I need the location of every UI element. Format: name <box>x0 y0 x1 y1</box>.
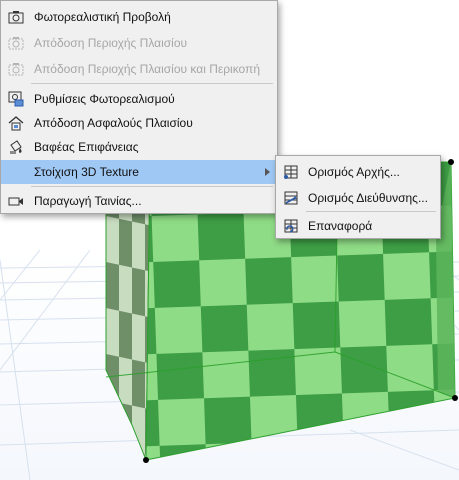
menu-item-surface-painter[interactable]: Βαφέας Επιφάνειας <box>1 135 277 159</box>
submenu-item-reset[interactable]: Επαναφορά <box>276 214 440 238</box>
menu-separator <box>31 186 273 187</box>
menu-item-photorendering-settings[interactable]: Ρυθμίσεις Φωτορεαλισμού <box>1 87 277 111</box>
safe-frame-icon <box>7 115 25 131</box>
selection-vertex[interactable] <box>143 457 149 463</box>
menu-item-label: Παραγωγή Ταινίας... <box>34 194 142 208</box>
menu-item-label: Ρυθμίσεις Φωτορεαλισμού <box>34 92 175 106</box>
menu-item-label: Βαφέας Επιφάνειας <box>34 140 139 154</box>
menu-item-label: Ορισμός Αρχής... <box>308 165 400 179</box>
submenu-item-set-origin[interactable]: Ορισμός Αρχής... <box>276 160 440 184</box>
menu-item-label: Στοίχιση 3D Texture <box>34 165 139 179</box>
selection-vertex[interactable] <box>448 159 454 165</box>
camera-crop-icon <box>7 61 25 77</box>
paint-bucket-icon <box>7 139 25 155</box>
submenu-align-3d-texture: Ορισμός Αρχής... Ορισμός Διεύθυνσης... Ε… <box>275 155 441 239</box>
submenu-item-set-direction[interactable]: Ορισμός Διεύθυνσης... <box>276 186 440 210</box>
reset-icon <box>282 218 300 234</box>
menu-item-align-3d-texture[interactable]: Στοίχιση 3D Texture <box>1 160 277 184</box>
menu-item-render-marquee-area-crop[interactable]: Απόδοση Περιοχής Πλαισίου και Περικοπή <box>1 57 277 81</box>
camera-icon <box>7 9 25 25</box>
menu-item-label: Απόδοση Περιοχής Πλαισίου <box>34 36 188 50</box>
selection-vertex[interactable] <box>452 395 458 401</box>
menu-item-label: Επαναφορά <box>308 219 373 233</box>
menu-item-label: Απόδοση Περιοχής Πλαισίου και Περικοπή <box>34 62 261 76</box>
camera-marquee-icon <box>7 35 25 51</box>
render-settings-icon <box>7 91 25 107</box>
menu-item-render-marquee-area[interactable]: Απόδοση Περιοχής Πλαισίου <box>1 31 277 55</box>
menu-item-label: Φωτορεαλιστική Προβολή <box>34 10 171 24</box>
menu-item-photorendering-view[interactable]: Φωτορεαλιστική Προβολή <box>1 5 277 29</box>
set-direction-icon <box>282 190 300 206</box>
movie-camera-icon <box>7 193 25 209</box>
menu-item-label: Απόδοση Ασφαλούς Πλαισίου <box>34 116 193 130</box>
menu-item-render-safe-frame[interactable]: Απόδοση Ασφαλούς Πλαισίου <box>1 111 277 135</box>
menu-separator <box>31 83 273 84</box>
context-menu: Φωτορεαλιστική Προβολή Απόδοση Περιοχής … <box>0 0 278 214</box>
submenu-arrow-icon <box>265 168 270 176</box>
menu-separator <box>306 211 436 212</box>
menu-item-label: Ορισμός Διεύθυνσης... <box>308 191 428 205</box>
set-origin-icon <box>282 164 300 180</box>
menu-item-create-movie[interactable]: Παραγωγή Ταινίας... <box>1 189 277 213</box>
